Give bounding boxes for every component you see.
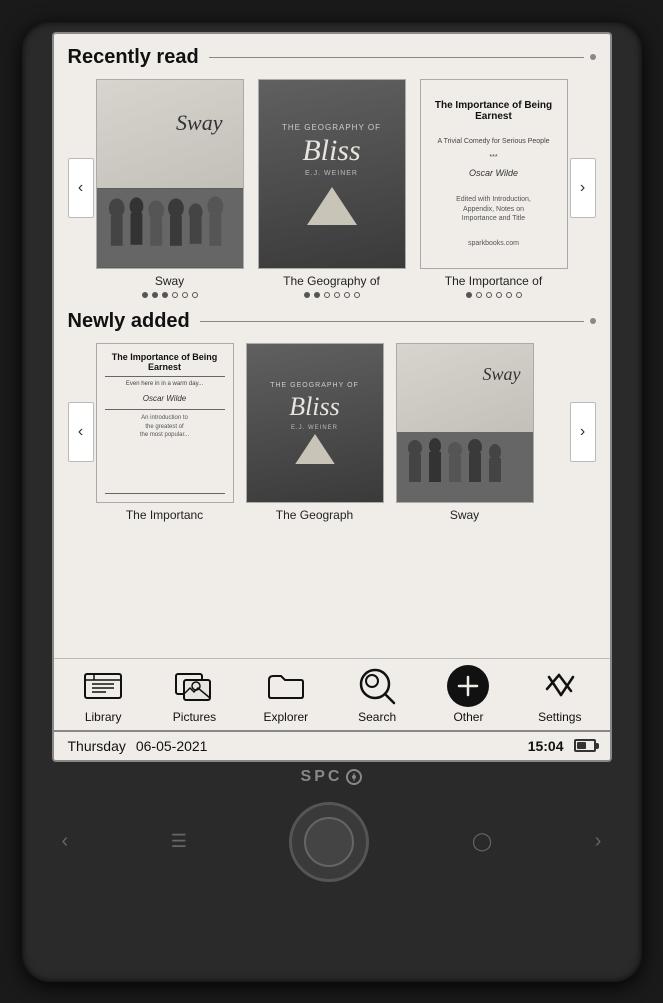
explorer-icon: [265, 665, 307, 707]
physical-buttons: ‹ ☰ ◯ ›: [32, 794, 632, 890]
new-book-cover-bliss: THE GEOGRAPHY OF Bliss E.J. WEINER: [246, 343, 384, 503]
book-cover-earnest: The Importance of BeingEarnest A Trivial…: [420, 79, 568, 269]
newly-section-divider-dot: [590, 318, 596, 324]
recently-read-title: Recently read: [68, 46, 199, 69]
recently-read-books: Sway: [94, 79, 570, 298]
library-icon: [82, 665, 124, 707]
battery-fill: [577, 742, 587, 749]
settings-icon: [539, 665, 581, 707]
center-button-inner: [304, 817, 354, 867]
toolbar: Library Pictures: [54, 658, 610, 730]
brand-text: SPC: [301, 768, 343, 786]
status-date: 06-05-2021: [136, 738, 208, 754]
phys-back-button[interactable]: ‹: [62, 830, 69, 853]
search-icon: [356, 665, 398, 707]
book-item-earnest[interactable]: The Importance of BeingEarnest A Trivial…: [418, 79, 570, 298]
newly-added-section: Newly added ‹ The Importance of BeingEar…: [68, 310, 596, 522]
status-time: 15:04: [528, 738, 564, 754]
book-label-bliss: The Geography of: [258, 274, 406, 288]
new-book-item-bliss[interactable]: THE GEOGRAPHY OF Bliss E.J. WEINER The G…: [244, 343, 386, 522]
device: Recently read ‹ Sway: [22, 22, 642, 982]
toolbar-label-search: Search: [358, 710, 396, 724]
new-book-label-sway: Sway: [396, 508, 534, 522]
book-progress-bliss: [304, 292, 360, 298]
battery-icon: [574, 739, 596, 752]
new-book-cover-sway: Sway: [396, 343, 534, 503]
screen-content: Recently read ‹ Sway: [54, 34, 610, 658]
book-cover-bliss: THE GEOGRAPHY OF Bliss E.J. WEINER: [258, 79, 406, 269]
new-book-cover-earnest: The Importance of BeingEarnest Even here…: [96, 343, 234, 503]
recently-read-prev-button[interactable]: ‹: [68, 158, 94, 218]
toolbar-label-pictures: Pictures: [173, 710, 216, 724]
toolbar-item-library[interactable]: Library: [68, 665, 138, 724]
book-progress-earnest: [466, 292, 522, 298]
newly-added-header: Newly added: [68, 310, 596, 333]
cover-people-silhouette: [97, 188, 243, 268]
book-label-sway: Sway: [96, 274, 244, 288]
toolbar-label-library: Library: [85, 710, 122, 724]
status-day: Thursday: [68, 738, 126, 754]
toolbar-item-search[interactable]: Search: [342, 665, 412, 724]
new-book-item-sway[interactable]: Sway: [394, 343, 536, 522]
toolbar-item-explorer[interactable]: Explorer: [251, 665, 321, 724]
book-cover-sway: Sway: [96, 79, 244, 269]
recently-read-row: ‹ Sway: [68, 79, 596, 298]
newly-added-next-button[interactable]: ›: [570, 402, 596, 462]
phys-center-button[interactable]: [289, 802, 369, 882]
toolbar-label-other: Other: [453, 710, 483, 724]
newly-added-row: ‹ The Importance of BeingEarnest Even he…: [68, 343, 596, 522]
recently-read-header: Recently read: [68, 46, 596, 69]
book-item-sway[interactable]: Sway: [94, 79, 246, 298]
toolbar-item-settings[interactable]: Settings: [525, 665, 595, 724]
status-bar: Thursday 06-05-2021 15:04: [54, 730, 610, 760]
toolbar-item-pictures[interactable]: Pictures: [159, 665, 229, 724]
phys-menu-button[interactable]: ☰: [171, 831, 187, 852]
newly-added-title: Newly added: [68, 310, 190, 333]
phys-forward-button[interactable]: ›: [595, 830, 602, 853]
book-progress-sway: [142, 292, 198, 298]
newly-added-books: The Importance of BeingEarnest Even here…: [94, 343, 570, 522]
toolbar-label-settings: Settings: [538, 710, 581, 724]
brand-logo: [346, 769, 362, 785]
other-icon: [447, 665, 489, 707]
screen: Recently read ‹ Sway: [52, 32, 612, 762]
new-book-item-earnest[interactable]: The Importance of BeingEarnest Even here…: [94, 343, 236, 522]
book-item-bliss[interactable]: THE GEOGRAPHY OF Bliss E.J. WEINER The G…: [256, 79, 408, 298]
phys-power-button[interactable]: ◯: [472, 831, 492, 852]
new-book-label-earnest: The Importanc: [96, 508, 234, 522]
section-divider-line: [209, 57, 584, 58]
toolbar-label-explorer: Explorer: [263, 710, 308, 724]
brand-bar: SPC: [301, 762, 363, 792]
newly-section-divider-line: [200, 321, 584, 322]
book-label-earnest: The Importance of: [420, 274, 568, 288]
pictures-icon: [173, 665, 215, 707]
toolbar-item-other[interactable]: Other: [433, 665, 503, 724]
newly-added-prev-button[interactable]: ‹: [68, 402, 94, 462]
new-book-label-bliss: The Geograph: [246, 508, 384, 522]
section-divider-dot: [590, 54, 596, 60]
recently-read-next-button[interactable]: ›: [570, 158, 596, 218]
